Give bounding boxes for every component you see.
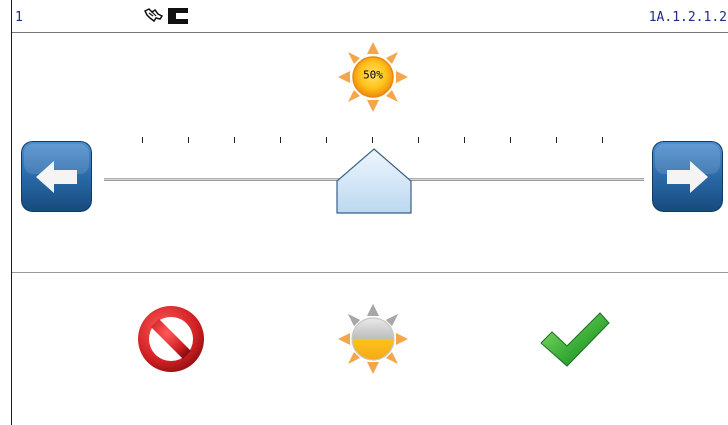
slider-tick — [602, 137, 603, 143]
status-bar: 1 1A.1.2.1.2 — [12, 0, 728, 33]
slider-tick — [372, 137, 373, 143]
increase-button[interactable] — [652, 141, 723, 212]
status-right-text: 1A.1.2.1.2 — [648, 10, 727, 25]
block-icon — [168, 8, 188, 24]
divider — [12, 272, 728, 273]
cancel-button[interactable] — [133, 301, 209, 377]
confirm-button[interactable] — [537, 301, 613, 377]
slider-tick — [510, 137, 511, 143]
brightness-value: 50% — [363, 68, 383, 82]
decrease-button[interactable] — [21, 141, 92, 212]
checkmark-icon — [540, 312, 610, 367]
slider-tick — [556, 137, 557, 143]
slider-tick — [418, 137, 419, 143]
slider-tick — [188, 137, 189, 143]
sun-half-icon — [338, 304, 408, 374]
slider-tick — [234, 137, 235, 143]
prohibited-icon — [138, 306, 204, 372]
screen-frame: 1 1A.1.2.1.2 50% — [11, 0, 728, 425]
slider-tick — [280, 137, 281, 143]
hand-icon — [143, 8, 164, 23]
auto-brightness-button[interactable] — [335, 301, 411, 377]
slider-tick — [464, 137, 465, 143]
slider-thumb[interactable] — [336, 148, 412, 214]
status-left-text: 1 — [15, 10, 23, 25]
slider-tick — [142, 137, 143, 143]
slider-tick — [326, 137, 327, 143]
